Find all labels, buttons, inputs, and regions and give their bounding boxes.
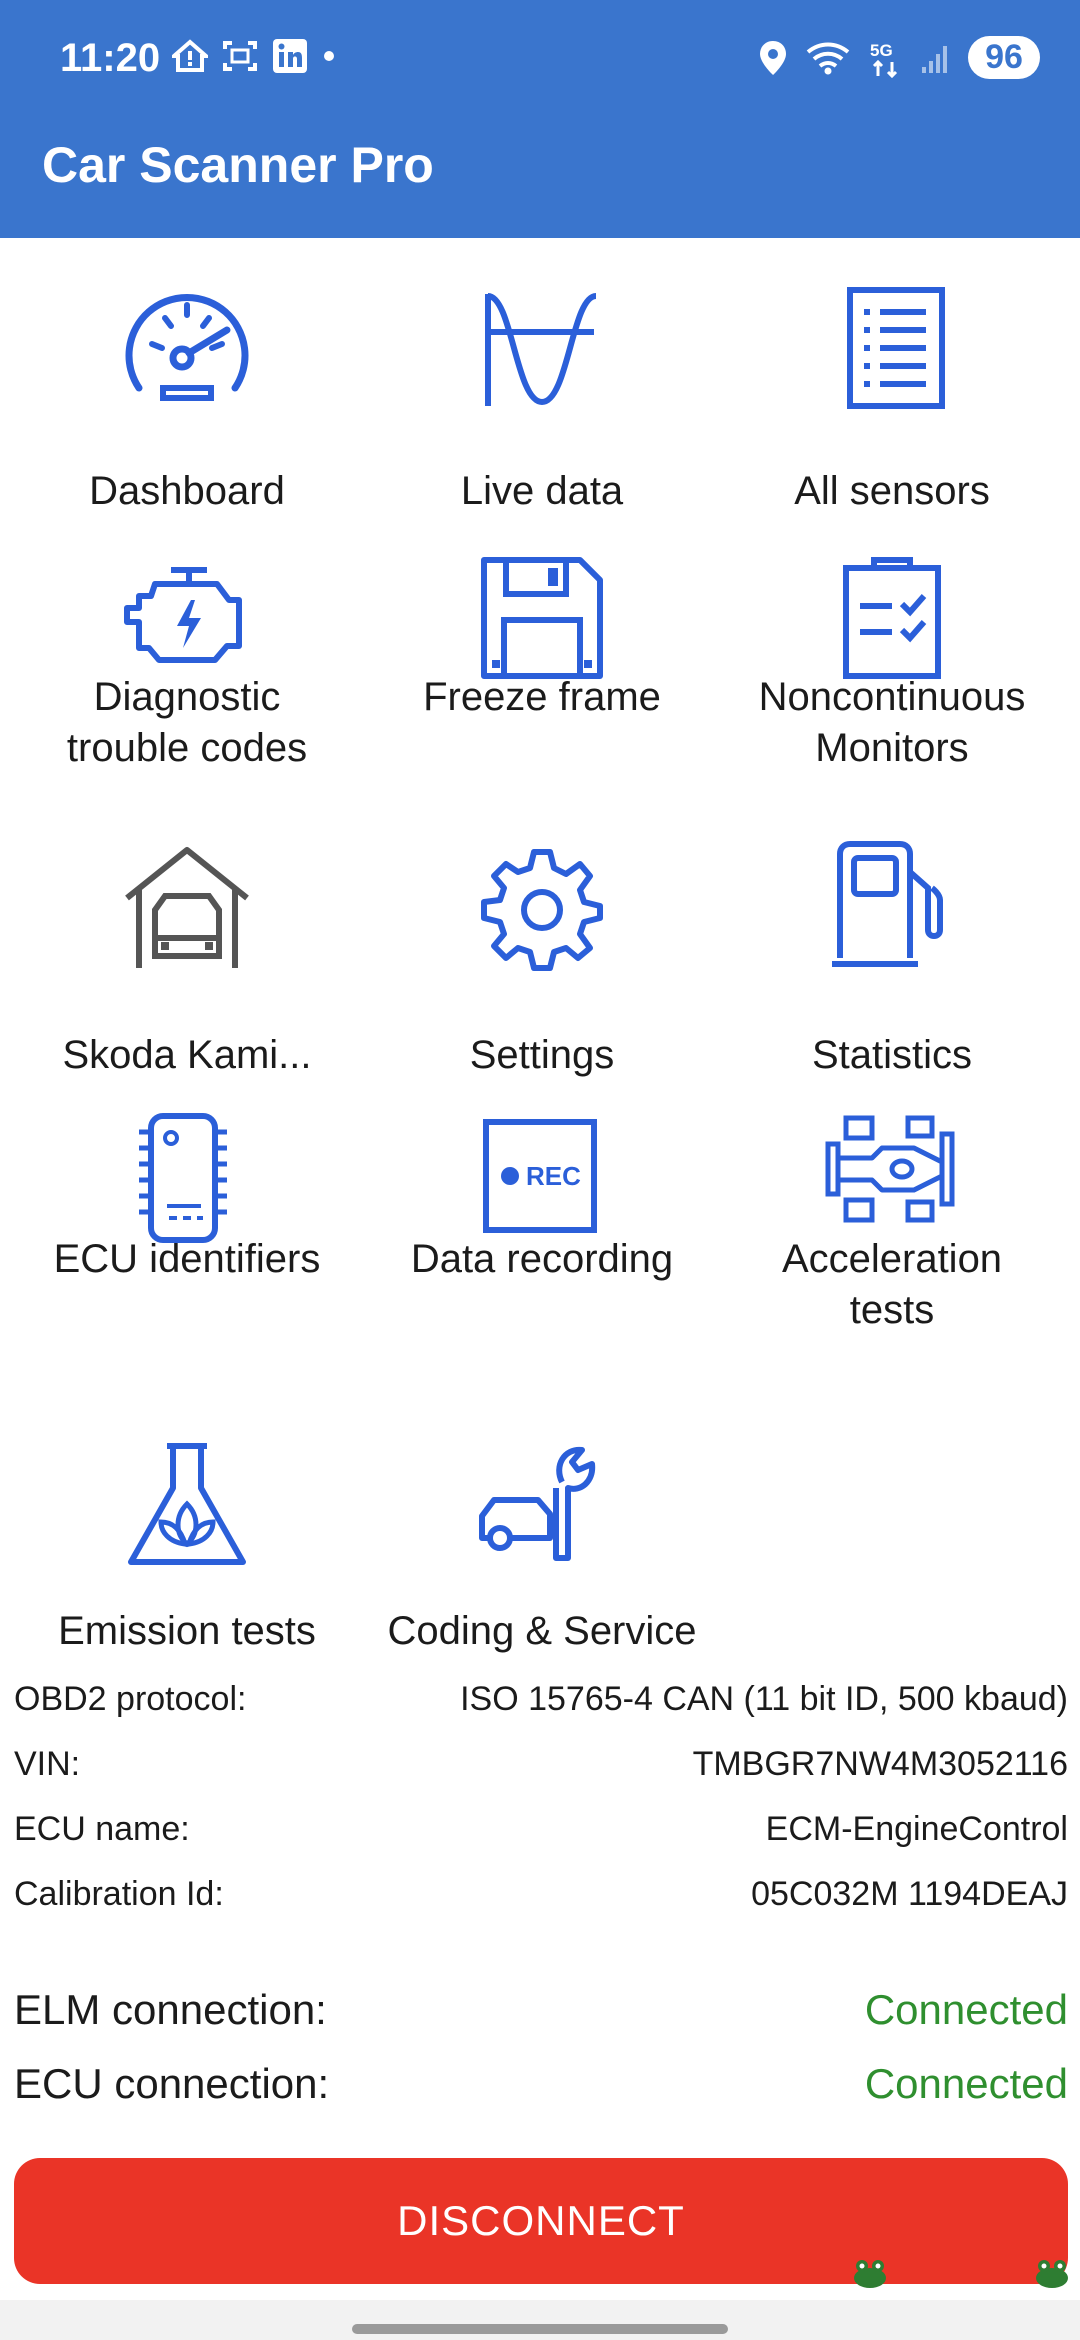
- elm-connection-label: ELM connection:: [14, 1986, 327, 2033]
- status-right: 5G 96: [758, 36, 1040, 79]
- flask-leaf-icon: [117, 1438, 257, 1578]
- status-time: 11:20: [60, 36, 161, 80]
- calibration-value: 05C032M 1194DEAJ: [751, 1875, 1068, 1913]
- signal-icon: [922, 45, 947, 73]
- ecu-chip-icon: [117, 1108, 257, 1248]
- rec-icon: REC: [472, 1108, 612, 1248]
- protocol-row: OBD2 protocol: ISO 15765-4 CAN (11 bit I…: [14, 1680, 1068, 1740]
- menu-live-data-label: Live data: [460, 469, 624, 513]
- menu-all-sensors[interactable]: All sensors: [712, 278, 1072, 528]
- screenshot-icon: [223, 41, 257, 71]
- menu-dtc-line2: trouble codes: [66, 726, 308, 770]
- notification-icons: [172, 38, 336, 74]
- menu-ecu-identifiers[interactable]: ECU identifiers: [7, 1108, 367, 1358]
- navigation-bar: [0, 2300, 1080, 2340]
- menu-dashboard[interactable]: Dashboard: [7, 278, 367, 528]
- fuel-pump-icon: [822, 838, 962, 978]
- ecu-connection-label: ECU connection:: [14, 2060, 330, 2107]
- ecu-name-value: ECM-EngineControl: [765, 1810, 1068, 1848]
- gear-icon: [472, 838, 612, 978]
- menu-dtc-line1: Diagnostic: [93, 675, 281, 719]
- menu-noncontinuous-label: Noncontinuous Monitors: [712, 672, 1072, 774]
- menu-statistics[interactable]: Statistics: [712, 838, 1072, 1088]
- menu-coding-service[interactable]: Coding & Service: [362, 1438, 722, 1688]
- menu-data-recording[interactable]: REC Data recording: [362, 1108, 722, 1358]
- menu-all-sensors-label: All sensors: [794, 469, 990, 513]
- protocol-label: OBD2 protocol:: [14, 1680, 247, 1718]
- elm-connection-status: Connected: [864, 1986, 1068, 2033]
- wifi-icon: [806, 42, 850, 74]
- linkedin-icon: [273, 39, 307, 73]
- protocol-value: ISO 15765-4 CAN (11 bit ID, 500 kbaud): [460, 1680, 1068, 1718]
- menu-dtc-label: Diagnostic trouble codes: [7, 672, 367, 774]
- ecu-name-label: ECU name:: [14, 1810, 190, 1848]
- car-wrench-icon: [472, 1438, 612, 1578]
- vin-row: VIN: TMBGR7NW4M3052116: [14, 1745, 1068, 1805]
- menu-emission-tests-label: Emission tests: [58, 1609, 316, 1653]
- frog-watermark-icon: [1036, 2260, 1068, 2288]
- menu-acceleration-line2: tests: [849, 1288, 935, 1332]
- status-bar: 11:20 5G 96: [0, 0, 1080, 120]
- 5g-icon: 5G: [870, 41, 898, 78]
- app-bar: 11:20 5G 96 Car Scanner Pro: [0, 0, 1080, 238]
- menu-emission-tests[interactable]: Emission tests: [7, 1438, 367, 1688]
- menu-coding-service-label: Coding & Service: [387, 1609, 697, 1653]
- menu-data-recording-label: Data recording: [410, 1237, 674, 1281]
- speedometer-icon: [117, 278, 257, 418]
- home-alert-icon: [172, 39, 208, 72]
- engine-icon: [117, 548, 257, 688]
- disconnect-button[interactable]: DISCONNECT: [14, 2158, 1068, 2284]
- menu-noncontinuous-line1: Noncontinuous: [758, 675, 1026, 719]
- menu-live-data[interactable]: Live data: [362, 278, 722, 528]
- menu-vehicle-label: Skoda Kami...: [62, 1033, 312, 1077]
- list-document-icon: [822, 278, 962, 418]
- elm-connection-row: ELM connection: Connected: [14, 1986, 1068, 2046]
- frog-watermark-icon: [854, 2260, 886, 2288]
- race-car-icon: [822, 1108, 962, 1248]
- menu-noncontinuous-line2: Monitors: [815, 726, 969, 770]
- rec-text: REC: [526, 1161, 581, 1191]
- clipboard-check-icon: [822, 548, 962, 688]
- app-title: Car Scanner Pro: [42, 137, 434, 193]
- ecu-connection-status: Connected: [864, 2060, 1068, 2107]
- menu-freeze-frame[interactable]: Freeze frame: [362, 548, 722, 798]
- menu-acceleration-label: Acceleration tests: [712, 1234, 1072, 1336]
- gesture-handle[interactable]: [352, 2324, 728, 2334]
- floppy-disk-icon: [472, 548, 612, 688]
- menu-settings-label: Settings: [469, 1033, 615, 1077]
- menu-vehicle[interactable]: Skoda Kami...: [7, 838, 367, 1088]
- vin-value: TMBGR7NW4M3052116: [692, 1745, 1068, 1783]
- svg-text:5G: 5G: [870, 41, 893, 60]
- menu-ecu-identifiers-label: ECU identifiers: [53, 1237, 321, 1281]
- ecu-connection-row: ECU connection: Connected: [14, 2060, 1068, 2120]
- menu-acceleration-line1: Acceleration: [781, 1237, 1003, 1281]
- ecu-name-row: ECU name: ECM-EngineControl: [14, 1810, 1068, 1870]
- menu-statistics-label: Statistics: [811, 1033, 973, 1077]
- location-icon: [760, 40, 786, 75]
- calibration-label: Calibration Id:: [14, 1875, 224, 1913]
- calibration-row: Calibration Id: 05C032M 1194DEAJ: [14, 1875, 1068, 1935]
- menu-diagnostic-trouble-codes[interactable]: Diagnostic trouble codes: [7, 548, 367, 818]
- dot-icon: [324, 51, 334, 61]
- sine-wave-icon: [472, 278, 612, 418]
- menu-acceleration-tests[interactable]: Acceleration tests: [712, 1108, 1072, 1378]
- menu-dashboard-label: Dashboard: [89, 469, 285, 513]
- battery-indicator: 96: [968, 36, 1040, 79]
- menu-noncontinuous-monitors[interactable]: Noncontinuous Monitors: [712, 548, 1072, 818]
- menu-freeze-frame-label: Freeze frame: [423, 675, 661, 719]
- menu-settings[interactable]: Settings: [362, 838, 722, 1088]
- vin-label: VIN:: [14, 1745, 81, 1783]
- garage-car-icon: [117, 838, 257, 978]
